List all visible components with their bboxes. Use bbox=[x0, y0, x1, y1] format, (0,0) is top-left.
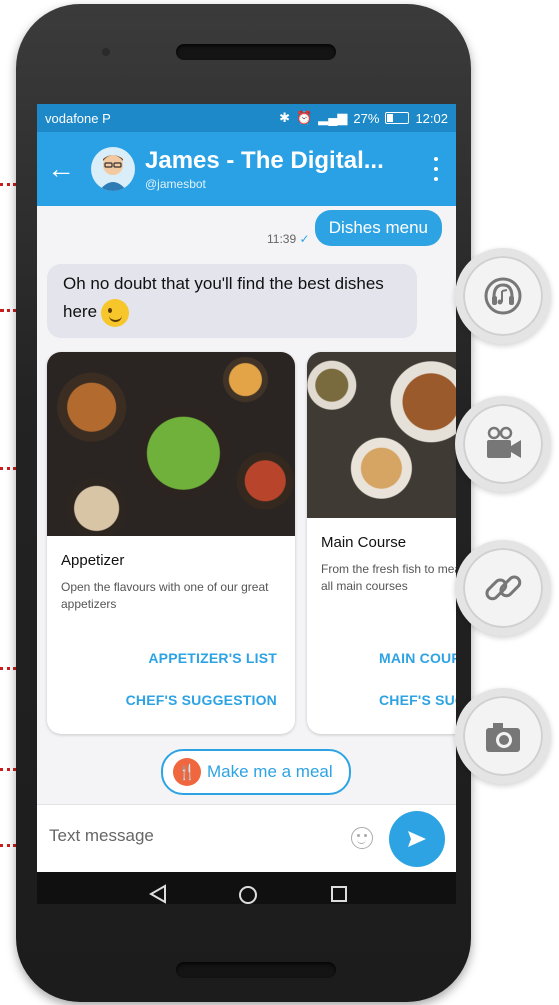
link-icon bbox=[485, 575, 522, 601]
quick-reply-label: Make me a meal bbox=[207, 762, 333, 781]
nav-home-icon[interactable] bbox=[237, 884, 259, 904]
clock: 12:02 bbox=[415, 110, 448, 126]
nav-back-icon[interactable] bbox=[147, 884, 169, 904]
front-camera bbox=[102, 48, 110, 56]
send-icon bbox=[408, 831, 426, 847]
message-time: 11:39 ✓ bbox=[267, 232, 310, 246]
card-title: Appetizer bbox=[61, 552, 125, 569]
nav-recents-icon[interactable] bbox=[329, 884, 349, 904]
menu-dot bbox=[434, 177, 438, 181]
card-description: Open the flavours with one of our great … bbox=[61, 580, 269, 611]
carrier-label: vodafone P bbox=[45, 110, 111, 126]
chat-title-block[interactable]: James - The Digital... @jamesbot bbox=[145, 147, 384, 191]
wink-emoji-icon bbox=[101, 298, 130, 327]
chefs-suggestion-button[interactable]: CHEF'S SUGGESTION bbox=[126, 692, 277, 708]
battery-icon bbox=[385, 112, 410, 124]
menu-dot bbox=[434, 167, 438, 171]
arrow-left-icon: ← bbox=[47, 153, 75, 184]
system-nav-bar bbox=[37, 872, 456, 904]
audio-icon bbox=[484, 277, 522, 315]
incoming-message[interactable]: Oh no doubt that you'll find the best di… bbox=[47, 264, 417, 338]
back-button[interactable]: ← bbox=[37, 132, 85, 206]
audio-feature bbox=[455, 248, 551, 344]
carousel-card-appetizer[interactable]: Appetizer Open the flavours with one of … bbox=[47, 352, 295, 734]
emoji-icon[interactable] bbox=[351, 827, 373, 849]
cutlery-icon: 🍴 bbox=[173, 758, 201, 786]
outgoing-message[interactable]: Dishes menu bbox=[314, 210, 442, 246]
video-icon bbox=[487, 426, 521, 458]
phone-device: vodafone P ✱ ⏰ ▂▄▆ 27% 12:02 ← James - T… bbox=[16, 4, 471, 1002]
chat-title: James - The Digital... bbox=[145, 147, 384, 174]
main-course-image bbox=[307, 352, 456, 518]
status-bar: vodafone P ✱ ⏰ ▂▄▆ 27% 12:02 bbox=[37, 104, 456, 132]
card-title: Main Course bbox=[321, 534, 407, 551]
bot-avatar-icon bbox=[99, 155, 127, 191]
chefs-suggestion-button[interactable]: CHEF'S SUGGESTION bbox=[379, 692, 456, 708]
status-icons: ✱ ⏰ ▂▄▆ 27% 12:02 bbox=[279, 110, 448, 126]
more-vert-icon bbox=[434, 157, 438, 161]
alarm-icon: ⏰ bbox=[296, 110, 313, 125]
message-input[interactable] bbox=[47, 825, 341, 847]
overflow-menu-button[interactable] bbox=[430, 154, 442, 184]
appetizers-list-button[interactable]: APPETIZER'S LIST bbox=[148, 650, 277, 666]
appetizer-image bbox=[47, 352, 295, 536]
message-composer bbox=[37, 804, 456, 873]
outgoing-time: 11:39 bbox=[267, 232, 297, 246]
card-description: From the fresh fish to meat try our grea… bbox=[321, 562, 456, 593]
quick-reply-chip[interactable]: 🍴 Make me a meal bbox=[161, 749, 351, 795]
main-courses-button[interactable]: MAIN COURSES bbox=[379, 650, 456, 666]
chat-subtitle: @jamesbot bbox=[145, 177, 206, 191]
camera-icon bbox=[486, 723, 520, 752]
bottom-speaker bbox=[176, 962, 336, 978]
video-feature bbox=[455, 396, 551, 492]
signal-icon: ▂▄▆ bbox=[318, 110, 348, 125]
link-feature bbox=[455, 540, 551, 636]
top-speaker bbox=[176, 44, 336, 60]
app-bar: ← James - The Digital... @jamesbot bbox=[37, 132, 456, 206]
carousel-card-main-course[interactable]: Main Course From the fresh fish to meat … bbox=[307, 352, 456, 734]
phone-screen: vodafone P ✱ ⏰ ▂▄▆ 27% 12:02 ← James - T… bbox=[37, 104, 456, 904]
send-button[interactable] bbox=[389, 811, 445, 867]
bluetooth-icon: ✱ bbox=[279, 110, 291, 125]
read-tick-icon: ✓ bbox=[299, 232, 310, 246]
avatar[interactable] bbox=[91, 147, 135, 191]
battery-percent: 27% bbox=[353, 110, 380, 126]
camera-feature bbox=[455, 688, 551, 784]
